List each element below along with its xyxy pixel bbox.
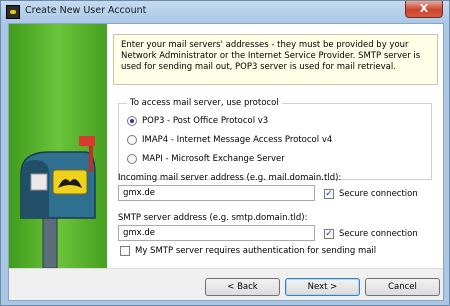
radio-button-imap4[interactable] (127, 135, 137, 145)
smtp-auth-checkbox[interactable] (120, 246, 130, 256)
incoming-secure-checkbox[interactable]: ✓ (324, 189, 334, 199)
dialog-client-area: Enter your mail servers' addresses - the… (8, 23, 444, 301)
smtp-secure-checkbox[interactable]: ✓ (324, 229, 334, 239)
smtp-secure-checkbox-row[interactable]: ✓ Secure connection (324, 228, 418, 240)
back-button[interactable]: < Back (205, 278, 280, 296)
incoming-secure-checkbox-row[interactable]: ✓ Secure connection (324, 188, 418, 200)
smtp-server-label: SMTP server address (e.g. smtp.domain.tl… (118, 213, 308, 223)
radio-label-imap4: IMAP4 - Internet Message Access Protocol… (142, 135, 333, 145)
mailbox-illustration-icon (20, 136, 96, 268)
incoming-secure-label: Secure connection (339, 189, 418, 199)
radio-button-pop3[interactable] (127, 116, 137, 126)
incoming-server-input[interactable]: gmx.de (118, 185, 315, 201)
radio-label-pop3: POP3 - Post Office Protocol v3 (142, 116, 269, 126)
dialog-window: Create New User Account X Enter your mai… (0, 0, 450, 306)
close-button[interactable]: X (405, 1, 443, 18)
wizard-footer: < Back Next > Cancel (9, 268, 443, 300)
smtp-server-input[interactable]: gmx.de (118, 225, 315, 241)
title-bar[interactable]: Create New User Account X (1, 1, 449, 23)
next-button[interactable]: Next > (285, 278, 360, 296)
info-description: Enter your mail servers' addresses - the… (113, 34, 438, 85)
radio-label-mapi: MAPI - Microsoft Exchange Server (142, 154, 285, 164)
radio-imap4[interactable]: IMAP4 - Internet Message Access Protocol… (127, 134, 332, 146)
smtp-auth-label: My SMTP server requires authentication f… (135, 246, 377, 256)
bat-app-icon (6, 5, 20, 19)
radio-mapi[interactable]: MAPI - Microsoft Exchange Server (127, 153, 285, 165)
smtp-auth-checkbox-row[interactable]: My SMTP server requires authentication f… (120, 245, 376, 257)
wizard-side-panel (9, 24, 107, 268)
wizard-content-panel: Enter your mail servers' addresses - the… (107, 24, 443, 268)
window-title: Create New User Account (25, 5, 147, 16)
radio-button-mapi[interactable] (127, 154, 137, 164)
incoming-server-label: Incoming mail server address (e.g. mail.… (118, 173, 342, 183)
cancel-button[interactable]: Cancel (365, 278, 440, 296)
smtp-secure-label: Secure connection (339, 229, 418, 239)
protocol-groupbox: To access mail server, use protocol POP3… (118, 98, 432, 180)
protocol-group-label: To access mail server, use protocol (127, 98, 282, 108)
radio-pop3[interactable]: POP3 - Post Office Protocol v3 (127, 115, 268, 127)
